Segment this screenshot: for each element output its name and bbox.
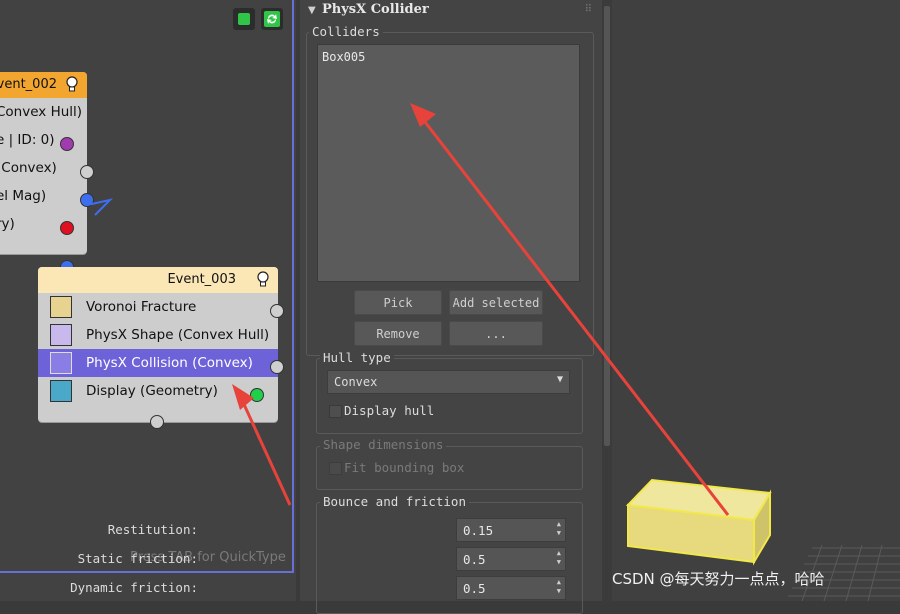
static-friction-value: 0.5 <box>463 552 486 567</box>
restitution-spinner[interactable]: 0.15 ▲ ▼ <box>456 518 566 542</box>
list-item[interactable]: Box005 <box>322 50 365 64</box>
scrollbar-thumb[interactable] <box>604 6 610 446</box>
more-button[interactable]: ... <box>449 321 543 346</box>
hull-type-value: Convex <box>334 375 378 389</box>
fit-bounding-box-checkbox[interactable] <box>329 462 342 475</box>
rollout-title[interactable]: PhysX Collider <box>322 2 429 17</box>
wire <box>86 198 114 216</box>
static-friction-label: Static friction: <box>77 551 198 566</box>
restitution-value: 0.15 <box>463 523 494 538</box>
chevron-down-icon: ▼ <box>556 374 563 385</box>
pick-button[interactable]: Pick <box>354 290 442 315</box>
box-object <box>625 478 772 566</box>
bounce-friction-label: Bounce and friction <box>320 494 469 509</box>
command-panel: ▼ PhysX Collider ⠿ Colliders Box005 Pick… <box>70 0 602 614</box>
dynamic-friction-spinner[interactable]: 0.5 ▲ ▼ <box>456 576 566 600</box>
3d-viewport[interactable] <box>612 0 900 601</box>
static-friction-spinner[interactable]: 0.5 ▲ ▼ <box>456 547 566 571</box>
viewport-scene <box>625 478 900 601</box>
panel-scrollbar[interactable] <box>602 0 612 601</box>
spinner-arrows-icon[interactable]: ▲ ▼ <box>557 549 561 567</box>
dynamic-friction-value: 0.5 <box>463 581 486 596</box>
collapse-triangle-icon[interactable]: ▼ <box>308 5 316 16</box>
grip-icon[interactable]: ⠿ <box>585 4 592 15</box>
spinner-arrows-icon[interactable]: ▲ ▼ <box>557 578 561 596</box>
watermark: CSDN @每天努力一点点，哈哈 <box>612 570 825 588</box>
colliders-group-label: Colliders <box>309 24 383 39</box>
colliders-list[interactable]: Box005 <box>317 44 580 282</box>
remove-button[interactable]: Remove <box>354 321 442 346</box>
display-hull-checkbox[interactable] <box>329 405 342 418</box>
fit-bounding-box-label: Fit bounding box <box>344 460 465 475</box>
particle-view[interactable]: Event_002 Convex Hull) e | ID: 0) (Conve… <box>0 0 296 601</box>
hull-type-label: Hull type <box>320 350 394 365</box>
shape-dimensions-label: Shape dimensions <box>320 437 447 452</box>
hull-type-dropdown[interactable]: Convex ▼ <box>327 370 570 394</box>
add-selected-button[interactable]: Add selected <box>449 290 543 315</box>
restitution-label: Restitution: <box>107 522 198 537</box>
dynamic-friction-label: Dynamic friction: <box>70 580 198 595</box>
display-hull-label: Display hull <box>344 403 435 418</box>
spinner-arrows-icon[interactable]: ▲ ▼ <box>557 520 561 538</box>
